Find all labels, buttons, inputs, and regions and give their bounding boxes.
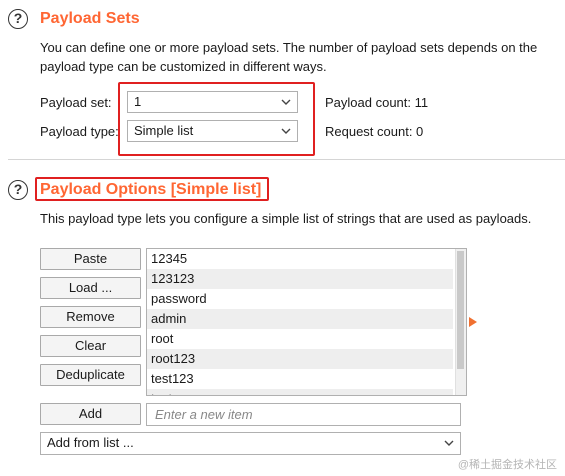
highlight-box-payload-selectors	[118, 82, 315, 156]
help-icon[interactable]: ?	[8, 9, 28, 29]
chevron-down-icon	[444, 440, 454, 446]
new-item-input[interactable]: Enter a new item	[146, 403, 461, 426]
list-item[interactable]: password	[147, 289, 453, 309]
section-title-payload-sets: Payload Sets	[40, 10, 140, 27]
list-scrollbar[interactable]	[455, 249, 466, 395]
scrollbar-thumb[interactable]	[457, 251, 464, 369]
expand-arrow-icon[interactable]	[469, 317, 478, 327]
payload-set-label: Payload set:	[40, 95, 112, 110]
payload-count: Payload count: 11	[325, 95, 429, 110]
payload-list[interactable]: 12345 123123 password admin root root123…	[146, 248, 467, 396]
add-from-list-value: Add from list ...	[47, 435, 134, 450]
list-item[interactable]: 12345	[147, 249, 453, 269]
highlight-box-options-title	[35, 177, 269, 201]
payload-options-description: This payload type lets you configure a s…	[40, 211, 532, 226]
list-item[interactable]: test123	[147, 369, 453, 389]
add-button[interactable]: Add	[40, 403, 141, 425]
request-count: Request count: 0	[325, 124, 424, 139]
payload-sets-description-line1: You can define one or more payload sets.…	[40, 40, 538, 55]
payload-type-label: Payload type:	[40, 124, 119, 139]
list-item[interactable]: root123	[147, 349, 453, 369]
load-button[interactable]: Load ...	[40, 277, 141, 299]
help-icon[interactable]: ?	[8, 180, 28, 200]
list-item[interactable]: admin	[147, 309, 453, 329]
add-from-list-select[interactable]: Add from list ...	[40, 432, 461, 455]
paste-button[interactable]: Paste	[40, 248, 141, 270]
deduplicate-button[interactable]: Deduplicate	[40, 364, 141, 386]
list-item[interactable]: test	[147, 389, 453, 395]
payload-sets-description-line2: payload type can be customized in differ…	[40, 59, 327, 74]
watermark: @稀土掘金技术社区	[457, 459, 557, 471]
section-divider	[8, 159, 565, 160]
list-item[interactable]: root	[147, 329, 453, 349]
list-item[interactable]: 123123	[147, 269, 453, 289]
clear-button[interactable]: Clear	[40, 335, 141, 357]
remove-button[interactable]: Remove	[40, 306, 141, 328]
